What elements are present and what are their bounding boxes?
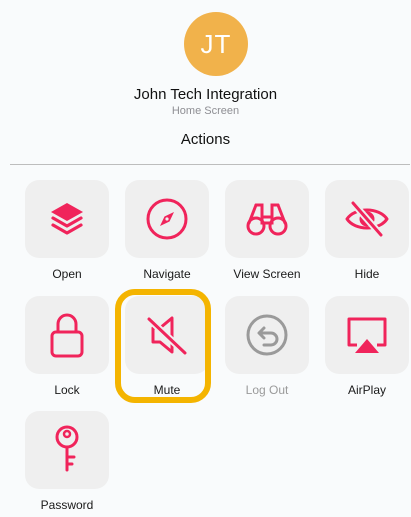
action-open-button[interactable]: Open [25, 180, 109, 281]
airplay-icon [343, 313, 391, 357]
action-hide-label: Hide [354, 267, 380, 281]
eye-slash-icon [343, 197, 391, 241]
action-airplay-button[interactable]: AirPlay [325, 296, 409, 397]
speaker-slash-icon [143, 311, 191, 359]
action-hide-button[interactable]: Hide [325, 180, 409, 281]
key-icon [47, 423, 87, 477]
avatar: JT [184, 12, 248, 76]
action-lock-label: Lock [54, 383, 80, 397]
lock-icon [47, 311, 87, 359]
action-open-tile[interactable] [25, 180, 109, 258]
action-password-tile[interactable] [25, 411, 109, 489]
action-lock-tile[interactable] [25, 296, 109, 374]
contact-subtitle: Home Screen [171, 105, 240, 117]
action-mute-tile[interactable] [125, 296, 209, 374]
action-view-screen-button[interactable]: View Screen [225, 180, 309, 281]
divider [10, 164, 410, 165]
action-navigate-button[interactable]: Navigate [125, 180, 209, 281]
action-hide-tile[interactable] [325, 180, 409, 258]
action-lock-button[interactable]: Lock [25, 296, 109, 397]
action-mute-label: Mute [153, 383, 181, 397]
action-airplay-tile[interactable] [325, 296, 409, 374]
action-log-out-label: Log Out [245, 383, 289, 397]
action-view-screen-tile[interactable] [225, 180, 309, 258]
action-open-label: Open [52, 267, 82, 281]
action-mute-button[interactable]: Mute [125, 296, 209, 397]
action-airplay-label: AirPlay [347, 383, 386, 397]
action-log-out-tile[interactable] [225, 296, 309, 374]
action-password-label: Password [40, 498, 94, 512]
action-view-screen-label: View Screen [233, 267, 301, 281]
action-log-out-button[interactable]: Log Out [225, 296, 309, 397]
section-title: Actions [180, 131, 231, 148]
logout-icon [244, 312, 290, 358]
layers-icon [45, 197, 89, 241]
contact-name: John Tech Integration [133, 86, 278, 103]
action-password-button[interactable]: Password [25, 411, 109, 512]
action-navigate-tile[interactable] [125, 180, 209, 258]
contact-header: JT John Tech Integration Home Screen Act… [0, 0, 411, 165]
binoculars-icon [243, 197, 291, 241]
compass-icon [144, 196, 190, 242]
action-navigate-label: Navigate [143, 267, 191, 281]
